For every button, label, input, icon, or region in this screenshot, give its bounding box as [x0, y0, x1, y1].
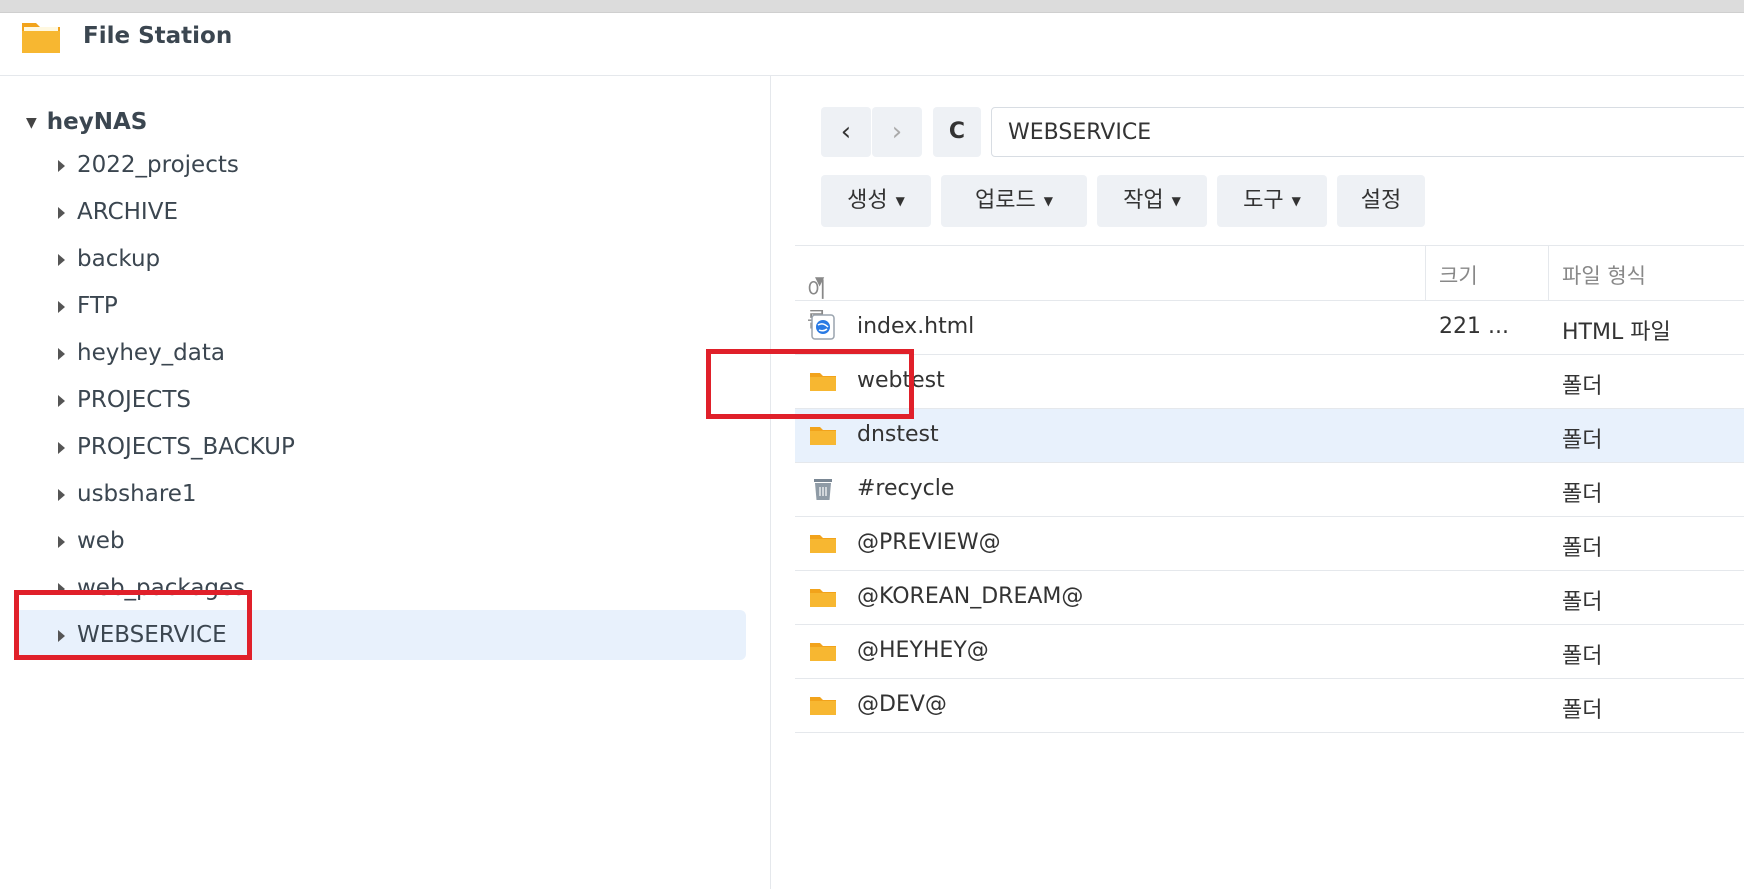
- tree-root-heynas[interactable]: ▼ heyNAS: [26, 102, 147, 142]
- file-type: HTML 파일: [1562, 320, 1671, 345]
- table-header: 이름▼ 크기 파일 형식: [795, 245, 1744, 332]
- tree-item-web[interactable]: web: [14, 516, 746, 566]
- tree-item-label: PROJECTS_BACKUP: [77, 434, 295, 460]
- tree-item-heyhey_data[interactable]: heyhey_data: [14, 328, 746, 378]
- tree-item-label: FTP: [77, 293, 118, 319]
- upload-label: 업로드: [975, 188, 1036, 213]
- file-type: 폴더: [1562, 374, 1603, 399]
- table-row[interactable]: @PREVIEW@ 폴더: [795, 517, 1744, 571]
- table-row[interactable]: index.html 221 ... HTML 파일: [795, 301, 1744, 355]
- file-station-window: File Station ▼ heyNAS 2022_projects ARCHIV…: [0, 12, 1744, 889]
- tree-item-projects_backup[interactable]: PROJECTS_BACKUP: [14, 422, 746, 472]
- caret-right-icon[interactable]: [58, 159, 65, 172]
- file-type: 폴더: [1562, 644, 1603, 669]
- highlight-box-webservice: [14, 590, 252, 660]
- file-table: 이름▼ 크기 파일 형식 index.html 221 ... HTML 파일 web…: [795, 245, 1744, 733]
- file-type: 폴더: [1562, 590, 1603, 615]
- caret-right-icon[interactable]: [58, 441, 65, 454]
- html-file-icon: [809, 313, 837, 341]
- caret-right-icon[interactable]: [58, 535, 65, 548]
- refresh-icon: C: [948, 119, 966, 144]
- tree-item-2022_projects[interactable]: 2022_projects: [14, 140, 746, 190]
- file-size: 221 ...: [1439, 314, 1509, 339]
- table-row[interactable]: dnstest 폴더: [795, 409, 1744, 463]
- tree-root-label: heyNAS: [46, 109, 148, 135]
- file-name: dnstest: [857, 422, 939, 447]
- folder-icon: [809, 583, 837, 611]
- tree-item-label: 2022_projects: [77, 152, 239, 178]
- tree-item-backup[interactable]: backup: [14, 234, 746, 284]
- upload-button[interactable]: 업로드 ▼: [941, 175, 1087, 227]
- folder-icon: [809, 691, 837, 719]
- folder-icon: [809, 421, 837, 449]
- tree-item-ftp[interactable]: FTP: [14, 281, 746, 331]
- file-type: 폴더: [1562, 482, 1603, 507]
- column-type[interactable]: 파일 형식: [1562, 260, 1646, 290]
- column-size[interactable]: 크기: [1439, 260, 1478, 290]
- caret-right-icon[interactable]: [58, 300, 65, 313]
- file-type: 폴더: [1562, 698, 1603, 723]
- folder-icon: [809, 637, 837, 665]
- tools-button[interactable]: 도구 ▼: [1217, 175, 1327, 227]
- tree-item-label: PROJECTS: [77, 387, 191, 413]
- dropdown-icon: ▼: [1171, 194, 1181, 208]
- file-station-icon: [22, 23, 60, 53]
- back-button[interactable]: ‹: [821, 107, 871, 157]
- path-field[interactable]: WEBSERVICE: [991, 107, 1744, 157]
- caret-down-icon[interactable]: ▼: [26, 115, 37, 131]
- window-title: File Station: [83, 23, 233, 49]
- tree-item-label: ARCHIVE: [77, 199, 178, 225]
- sort-icon: ▼: [815, 274, 825, 288]
- file-name: @HEYHEY@: [857, 638, 989, 663]
- settings-button[interactable]: 설정: [1337, 175, 1425, 227]
- main-panel: ‹ › C WEBSERVICE 생성 ▼ 업로드 ▼ 작업 ▼ 도구 ▼ 설정 이름▼…: [771, 76, 1744, 889]
- dropdown-icon: ▼: [1291, 194, 1301, 208]
- file-name: #recycle: [857, 476, 955, 501]
- chevron-right-icon: ›: [891, 117, 903, 147]
- tools-label: 도구: [1243, 188, 1284, 213]
- highlight-box-dnstest: [706, 349, 914, 419]
- tree-item-label: usbshare1: [77, 481, 197, 507]
- table-row[interactable]: @KOREAN_DREAM@ 폴더: [795, 571, 1744, 625]
- title-bar: File Station: [0, 13, 1744, 76]
- caret-right-icon[interactable]: [58, 206, 65, 219]
- tree-item-archive[interactable]: ARCHIVE: [14, 187, 746, 237]
- file-name: @DEV@: [857, 692, 947, 717]
- forward-button[interactable]: ›: [872, 107, 922, 157]
- create-button[interactable]: 생성 ▼: [821, 175, 931, 227]
- tree-item-label: heyhey_data: [77, 340, 225, 366]
- folder-tree: ▼ heyNAS 2022_projects ARCHIVE backup FTP hey…: [0, 76, 771, 889]
- tree-item-usbshare1[interactable]: usbshare1: [14, 469, 746, 519]
- action-label: 작업: [1123, 188, 1164, 213]
- refresh-button[interactable]: C: [933, 107, 981, 157]
- dropdown-icon: ▼: [1043, 194, 1053, 208]
- file-name: @KOREAN_DREAM@: [857, 584, 1084, 609]
- file-name: index.html: [857, 314, 975, 339]
- recycle-bin-icon: [809, 475, 837, 503]
- chevron-left-icon: ‹: [840, 117, 852, 147]
- caret-right-icon[interactable]: [58, 253, 65, 266]
- table-row[interactable]: webtest 폴더: [795, 355, 1744, 409]
- dropdown-icon: ▼: [895, 194, 905, 208]
- caret-right-icon[interactable]: [58, 347, 65, 360]
- create-label: 생성: [847, 188, 888, 213]
- table-row[interactable]: @HEYHEY@ 폴더: [795, 625, 1744, 679]
- file-name: @PREVIEW@: [857, 530, 1001, 555]
- table-row[interactable]: @DEV@ 폴더: [795, 679, 1744, 733]
- folder-icon: [809, 529, 837, 557]
- action-button[interactable]: 작업 ▼: [1097, 175, 1207, 227]
- tree-item-label: web: [77, 528, 125, 554]
- table-row[interactable]: #recycle 폴더: [795, 463, 1744, 517]
- file-type: 폴더: [1562, 536, 1603, 561]
- tree-item-label: backup: [77, 246, 161, 272]
- caret-right-icon[interactable]: [58, 394, 65, 407]
- settings-label: 설정: [1360, 188, 1402, 213]
- tree-item-projects[interactable]: PROJECTS: [14, 375, 746, 425]
- caret-right-icon[interactable]: [58, 488, 65, 501]
- file-type: 폴더: [1562, 428, 1603, 453]
